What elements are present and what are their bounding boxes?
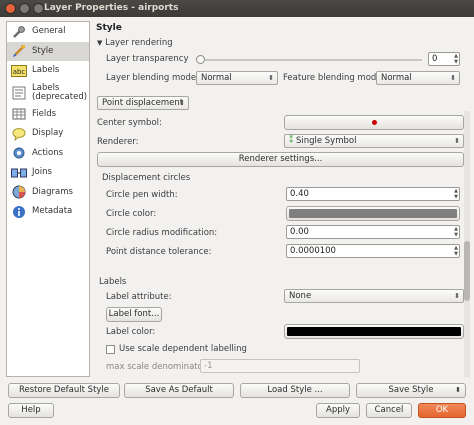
sidebar-item-display[interactable]: Display: [7, 124, 89, 144]
updown-arrow-icon: ⬍: [268, 74, 274, 82]
renderer-select[interactable]: ⁑ Single Symbol ⬍: [284, 134, 464, 148]
paintbrush-icon: [11, 44, 27, 58]
renderer-type-select[interactable]: Point displacement ⬍: [97, 96, 189, 110]
window-controls: [5, 3, 44, 14]
updown-arrow-icon: ⬍: [454, 137, 460, 145]
page-title: Style: [96, 23, 122, 33]
pie-chart-icon: [11, 185, 27, 199]
window-titlebar: Layer Properties - airports: [0, 0, 474, 17]
panel-scrollbar-thumb[interactable]: [464, 241, 470, 301]
chevron-down-icon: ▼: [97, 39, 103, 47]
info-icon: [11, 205, 27, 219]
window-title: Layer Properties - airports: [44, 3, 179, 13]
close-window-button[interactable]: [5, 3, 16, 14]
sidebar: General Style abc Labels Labels (depreca…: [6, 21, 90, 377]
sidebar-item-actions[interactable]: Actions: [7, 144, 89, 164]
circle-color-button[interactable]: [286, 206, 460, 221]
label-attribute-select[interactable]: None ⬍: [284, 289, 464, 303]
updown-arrow-icon: ⬍: [179, 99, 185, 107]
wrench-icon: [11, 25, 27, 39]
circle-pen-width-input[interactable]: 0.40 ▲ ▼: [286, 187, 460, 201]
sidebar-item-fields[interactable]: Fields: [7, 105, 89, 125]
renderer-settings-button[interactable]: Renderer settings...: [97, 152, 464, 167]
layer-rendering-toggle[interactable]: ▼ Layer rendering: [97, 38, 173, 48]
cancel-button[interactable]: Cancel: [366, 403, 412, 418]
feature-blending-select[interactable]: Normal ⬍: [376, 71, 460, 85]
spin-arrows-icon[interactable]: ▲ ▼: [454, 188, 458, 200]
max-scale-label: max scale denominator:: [106, 362, 210, 372]
sidebar-item-diagrams[interactable]: Diagrams: [7, 183, 89, 203]
point-tolerance-input[interactable]: 0.0000100 ▲ ▼: [286, 244, 460, 258]
center-symbol-button[interactable]: [284, 115, 464, 130]
updown-arrow-icon: ⬍: [455, 386, 461, 394]
sidebar-item-metadata[interactable]: Metadata: [7, 202, 89, 222]
displacement-circles-heading: Displacement circles: [102, 173, 191, 183]
circle-radius-label: Circle radius modification:: [106, 228, 218, 238]
label-attribute-label: Label attribute:: [106, 292, 172, 302]
table-fields-icon: [11, 107, 27, 121]
center-symbol-preview: [372, 120, 377, 125]
transparency-label: Layer transparency: [106, 54, 189, 64]
label-color-swatch: [287, 327, 461, 336]
label-color-button[interactable]: [284, 324, 464, 339]
single-symbol-icon: ⁑: [289, 136, 294, 146]
circle-pen-width-label: Circle pen width:: [106, 190, 178, 200]
transparency-spinbox[interactable]: 0 ▲ ▼: [428, 52, 460, 66]
abc-labels-icon: abc: [11, 64, 27, 78]
spin-arrows-icon[interactable]: ▲ ▼: [454, 245, 458, 257]
joins-icon: [11, 166, 27, 180]
blending-mode-label: Layer blending mode: [106, 73, 197, 83]
maximize-window-button[interactable]: [33, 3, 44, 14]
style-panel: Style ▼ Layer rendering Layer transparen…: [94, 21, 470, 377]
speech-bubble-icon: [11, 127, 27, 141]
save-as-default-button[interactable]: Save As Default: [124, 383, 234, 398]
transparency-slider[interactable]: [196, 55, 422, 64]
help-button[interactable]: Help: [8, 403, 54, 418]
save-style-button[interactable]: Save Style ⬍: [356, 383, 466, 398]
circle-color-label: Circle color:: [106, 209, 157, 219]
label-color-label: Label color:: [106, 327, 156, 337]
load-style-button[interactable]: Load Style ...: [240, 383, 350, 398]
blending-mode-select[interactable]: Normal ⬍: [196, 71, 278, 85]
renderer-label: Renderer:: [97, 137, 139, 147]
apply-button[interactable]: Apply: [316, 403, 360, 418]
circle-color-swatch: [289, 209, 457, 218]
minimize-window-button[interactable]: [19, 3, 30, 14]
scale-dependent-checkbox[interactable]: [106, 344, 115, 354]
scale-dependent-checkbox-row[interactable]: Use scale dependent labelling: [106, 344, 247, 354]
feature-blending-label: Feature blending mode: [283, 73, 382, 83]
sidebar-item-joins[interactable]: Joins: [7, 163, 89, 183]
gear-actions-icon: [11, 146, 27, 160]
max-scale-input[interactable]: -1: [200, 359, 360, 373]
updown-arrow-icon: ⬍: [454, 292, 460, 300]
labels-heading: Labels: [99, 277, 127, 287]
panel-scrollbar[interactable]: [464, 111, 470, 377]
label-font-button[interactable]: Label font...: [106, 307, 162, 322]
spin-arrows-icon[interactable]: ▲ ▼: [454, 53, 458, 65]
svg-text:abc: abc: [13, 68, 26, 76]
circle-radius-input[interactable]: 0.00 ▲ ▼: [286, 225, 460, 239]
spin-arrows-icon[interactable]: ▲ ▼: [454, 226, 458, 238]
ok-button[interactable]: OK: [418, 403, 466, 418]
restore-default-style-button[interactable]: Restore Default Style: [8, 383, 120, 398]
sidebar-item-labels[interactable]: abc Labels: [7, 61, 89, 81]
sidebar-item-style[interactable]: Style: [7, 41, 89, 61]
transparency-slider-handle[interactable]: [196, 55, 205, 64]
point-tolerance-label: Point distance tolerance:: [106, 247, 212, 257]
center-symbol-label: Center symbol:: [97, 118, 162, 128]
sidebar-item-general[interactable]: General: [7, 22, 89, 42]
updown-arrow-icon: ⬍: [450, 74, 456, 82]
labels-deprecated-icon: [11, 86, 27, 100]
sidebar-item-labels-deprecated[interactable]: Labels (deprecated): [7, 81, 89, 105]
